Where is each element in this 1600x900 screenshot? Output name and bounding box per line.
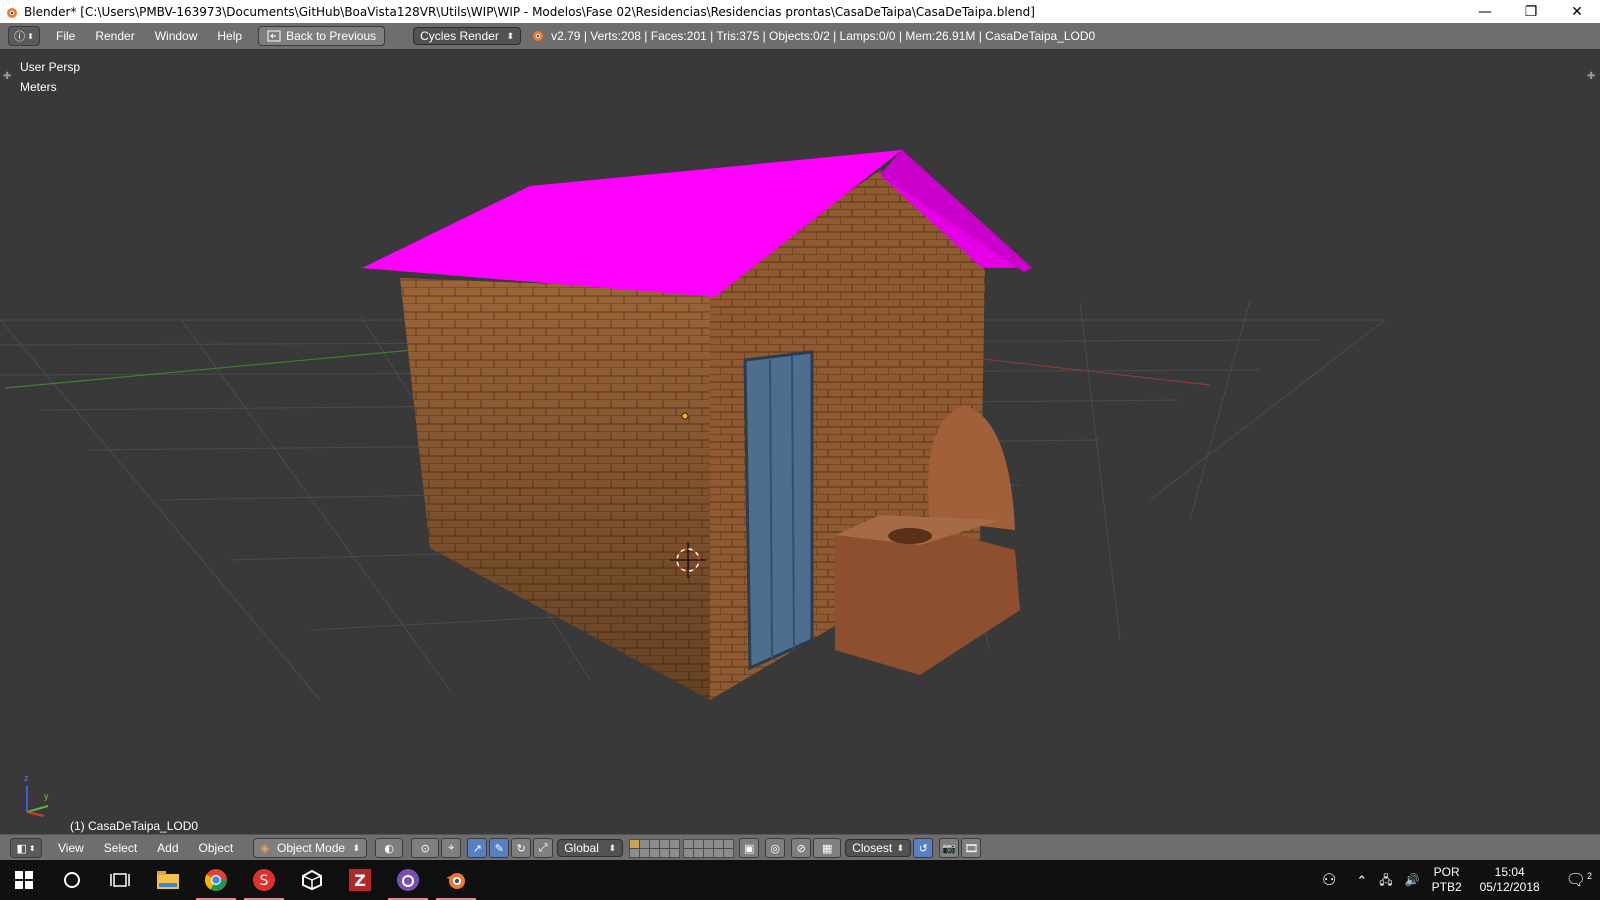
svg-text:S: S <box>260 873 269 889</box>
menu-select[interactable]: Select <box>94 841 147 855</box>
updown-icon: ⬍ <box>896 842 905 853</box>
updown-icon: ⬍ <box>27 31 34 41</box>
toolshelf-toggle-icon[interactable]: ✚ <box>3 71 11 82</box>
clock-date: 05/12/2018 <box>1479 880 1540 894</box>
transform-orientation-select[interactable]: Global ⬍ <box>557 839 624 857</box>
blender-logo-icon <box>7 7 17 18</box>
menu-add[interactable]: Add <box>147 841 188 855</box>
render-still-icon[interactable]: 📷 <box>939 838 960 858</box>
editor-type-selector[interactable]: ⓘ ⬍ <box>8 26 40 46</box>
menu-view[interactable]: View <box>48 841 94 855</box>
menu-help[interactable]: Help <box>207 29 252 43</box>
window-title: Blender* [C:\Users\PMBV-163973\Documents… <box>24 4 1035 19</box>
language-indicator[interactable]: POR PTB2 <box>1426 865 1468 895</box>
gizmo-y-label: y <box>44 791 49 801</box>
layer-toggle[interactable] <box>723 848 735 858</box>
align-rotation-icon[interactable]: ↺ <box>913 838 934 858</box>
menu-window[interactable]: Window <box>145 29 208 43</box>
manipulator-toggle-icon[interactable]: ⌖ <box>441 838 462 858</box>
scale-manipulator-icon[interactable]: ⤢ <box>533 838 554 858</box>
window-title-bar: Blender* [C:\Users\PMBV-163973\Documents… <box>0 0 1600 23</box>
notifications-count: 2 <box>1586 870 1592 881</box>
network-icon[interactable]: 🖧 <box>1373 873 1398 888</box>
layer-toggle[interactable] <box>669 848 681 858</box>
snap-toggle-icon[interactable]: ⊘ <box>791 838 812 858</box>
render-engine-value: Cycles Render <box>420 29 499 43</box>
menu-file[interactable]: File <box>46 29 85 43</box>
object-origin[interactable] <box>681 412 689 420</box>
people-icon[interactable]: ⚇ <box>1308 872 1350 888</box>
snap-target-value: Closest <box>852 841 893 855</box>
menu-render[interactable]: Render <box>85 29 144 43</box>
proportional-edit-icon[interactable]: ◎ <box>765 838 786 858</box>
notifications-icon[interactable]: 🗨 2 <box>1552 871 1600 889</box>
scene-stats: v2.79 | Verts:208 | Faces:201 | Tris:375… <box>529 29 1095 43</box>
render-engine-select[interactable]: Cycles Render ⬍ <box>413 27 522 45</box>
snap-element-icon[interactable]: ▦ <box>813 838 842 858</box>
transform-orientation-value: Global <box>564 841 599 855</box>
3d-view-header: ◧ ⬍ View Select Add Object ◈ Object Mode … <box>0 834 1600 861</box>
properties-toggle-icon[interactable]: ✚ <box>1587 71 1595 82</box>
updown-icon: ⬍ <box>28 843 36 853</box>
updown-icon: ⬍ <box>352 842 361 853</box>
back-icon <box>267 30 281 42</box>
active-object-label: (1) CasaDeTaipa_LOD0 <box>70 819 199 833</box>
windows-taskbar: S Z ⚇ ⌃ 🖧 🔊 POR PTB2 15:04 05/12/2018 🗨 2 <box>0 860 1600 900</box>
interaction-mode-select[interactable]: ◈ Object Mode ⬍ <box>253 838 368 858</box>
rotate-manipulator-icon[interactable]: ↻ <box>511 838 532 858</box>
restore-button[interactable]: ❐ <box>1508 0 1554 23</box>
updown-icon: ⬍ <box>506 30 515 41</box>
task-view-icon[interactable] <box>96 860 144 900</box>
interaction-mode-value: Object Mode <box>277 841 346 855</box>
house-model[interactable] <box>362 150 1032 700</box>
svg-text:Z: Z <box>354 871 366 890</box>
system-tray: ⚇ ⌃ 🖧 🔊 POR PTB2 15:04 05/12/2018 🗨 2 <box>1308 860 1600 900</box>
lock-layers-icon[interactable]: ▣ <box>739 838 760 858</box>
minimize-button[interactable]: — <box>1462 0 1508 23</box>
pivot-point-button[interactable]: ⊙ <box>411 838 440 858</box>
info-icon: ⓘ <box>14 30 26 43</box>
chrome-icon[interactable] <box>192 860 240 900</box>
snap-target-select[interactable]: Closest ⬍ <box>845 839 912 857</box>
units-label: Meters <box>20 80 57 94</box>
back-to-previous-label: Back to Previous <box>286 29 377 43</box>
updown-icon: ⬍ <box>608 842 617 853</box>
language-code: POR <box>1433 865 1460 879</box>
pen-tool-icon[interactable]: ✎ <box>489 838 510 858</box>
render-animation-icon[interactable]: 🎞 <box>961 838 982 858</box>
filezilla-icon[interactable]: Z <box>336 860 384 900</box>
clay-oven-base <box>835 525 1020 675</box>
cube-view-icon: ◧ <box>16 841 27 855</box>
tor-icon[interactable] <box>384 860 432 900</box>
back-to-previous-button[interactable]: Back to Previous <box>258 26 386 46</box>
stats-text: v2.79 | Verts:208 | Faces:201 | Tris:375… <box>551 29 1096 43</box>
3d-viewport[interactable]: User Persp Meters (1) CasaDeTaipa_LOD0 z… <box>0 49 1600 834</box>
translate-manipulator-icon[interactable]: ↗ <box>467 838 488 858</box>
chevron-up-icon[interactable]: ⌃ <box>1350 873 1373 888</box>
editor-type-selector[interactable]: ◧ ⬍ <box>10 838 42 858</box>
unity-icon[interactable] <box>288 860 336 900</box>
blender-icon[interactable] <box>432 860 480 900</box>
clock[interactable]: 15:04 05/12/2018 <box>1468 865 1552 895</box>
shading-mode-button[interactable]: ◐ <box>375 838 404 858</box>
file-explorer-icon[interactable] <box>144 860 192 900</box>
volume-icon[interactable]: 🔊 <box>1399 873 1426 888</box>
keyboard-layout: PTB2 <box>1431 880 1462 894</box>
close-button[interactable]: ✕ <box>1554 0 1600 23</box>
house-door[interactable] <box>743 350 814 671</box>
menu-object[interactable]: Object <box>189 841 244 855</box>
object-mode-icon: ◈ <box>260 841 270 855</box>
gizmo-z-label: z <box>24 773 29 783</box>
view-name: User Persp <box>20 60 81 74</box>
info-header: ⓘ ⬍ File Render Window Help Back to Previ… <box>0 23 1600 50</box>
blender-logo-icon <box>533 31 544 41</box>
search-icon[interactable] <box>48 860 96 900</box>
scene-canvas[interactable] <box>0 49 1600 834</box>
substance-icon[interactable]: S <box>240 860 288 900</box>
start-icon[interactable] <box>0 860 48 900</box>
clock-time: 15:04 <box>1494 865 1525 879</box>
scene-layers[interactable] <box>629 839 735 858</box>
house-left-wall-shade <box>400 278 710 700</box>
clay-oven-hole <box>888 528 932 544</box>
